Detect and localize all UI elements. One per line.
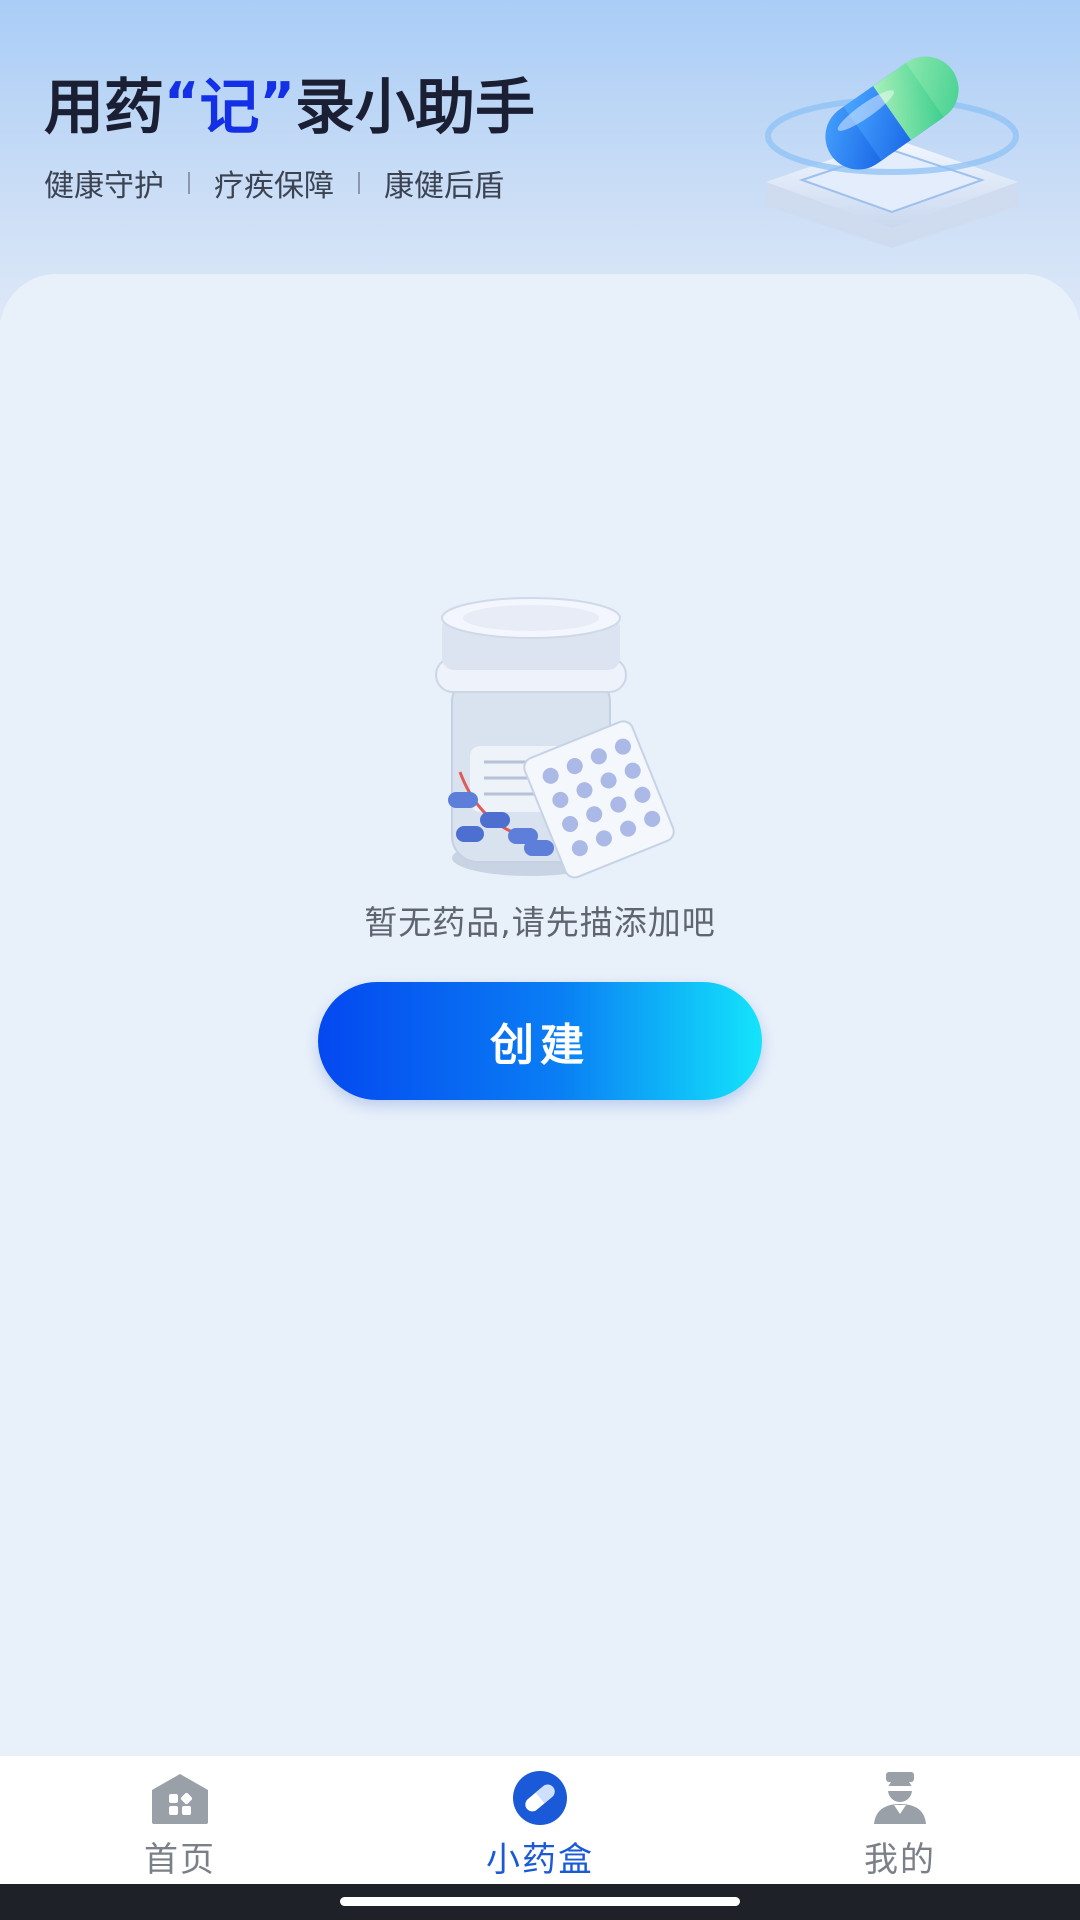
tab-home[interactable]: 首页 (0, 1756, 360, 1884)
bottom-tab-bar: 首页 小药盒 我的 (0, 1756, 1080, 1884)
tab-home-label: 首页 (144, 1840, 216, 1880)
title-highlight: 记 (199, 72, 260, 143)
title-close-quote: ” (259, 70, 296, 134)
tab-profile[interactable]: 我的 (720, 1756, 1080, 1884)
tagline-health: 健康守护 (44, 169, 164, 204)
empty-state-message: 暂无药品,请先描添加吧 (364, 903, 716, 942)
home-indicator[interactable] (340, 1897, 740, 1906)
capsule-illustration (765, 56, 1019, 248)
tagline-row: 健康守护 疗疾保障 康健后盾 (44, 160, 504, 206)
tab-medicine-box-label: 小药盒 (486, 1840, 594, 1880)
tagline-treatment: 疗疾保障 (214, 169, 334, 204)
home-icon (152, 1774, 208, 1824)
tab-profile-label: 我的 (864, 1840, 936, 1880)
page-title: 用药 “ 记 ” 录小助手 (44, 62, 535, 143)
user-icon (874, 1772, 926, 1824)
system-navigation-bar (0, 1884, 1080, 1920)
tagline-support: 康健后盾 (384, 169, 504, 204)
tab-medicine-box[interactable]: 小药盒 (360, 1756, 720, 1884)
tagline-divider (188, 172, 190, 194)
create-button[interactable]: 创建 (318, 982, 762, 1100)
pill-icon (513, 1771, 567, 1825)
title-part-1: 用药 (44, 72, 164, 143)
medicine-bottle-illustration (435, 597, 675, 879)
title-open-quote: “ (164, 70, 200, 134)
tagline-divider (358, 172, 360, 194)
title-part-2: 录小助手 (295, 72, 535, 143)
